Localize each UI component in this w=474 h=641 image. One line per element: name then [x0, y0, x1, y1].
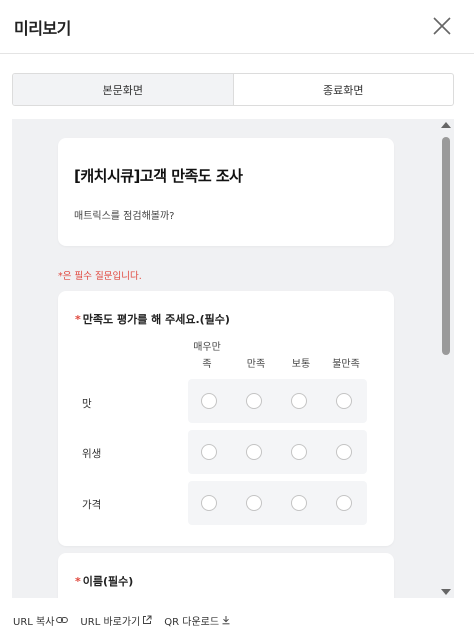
matrix-row-label: 맛 [82, 398, 92, 410]
matrix-radio[interactable] [291, 444, 307, 460]
scroll-up-arrow-icon[interactable] [441, 122, 451, 128]
matrix-row [188, 481, 367, 525]
question-card-name: * 이름(필수) [58, 553, 394, 598]
tab-end-screen[interactable]: 종료화면 [234, 74, 454, 105]
matrix-radio[interactable] [201, 444, 217, 460]
matrix-radio[interactable] [336, 393, 352, 409]
survey-title-card: [캐치시큐]고객 만족도 조사 매트릭스를 점검해볼까? [58, 138, 394, 246]
survey-title: [캐치시큐]고객 만족도 조사 [74, 167, 243, 185]
scroll-down-arrow-icon[interactable] [441, 589, 451, 595]
matrix-radio[interactable] [201, 393, 217, 409]
copy-url-button[interactable]: URL 복사 [13, 613, 69, 628]
close-icon [433, 17, 451, 35]
question-label: * 이름(필수) [75, 573, 133, 589]
open-url-button[interactable]: URL 바로가기 [80, 613, 152, 628]
required-star: * [75, 313, 81, 326]
matrix-radio[interactable] [246, 495, 262, 511]
modal-title: 미리보기 [14, 19, 71, 38]
matrix-row-label: 위생 [82, 448, 102, 460]
matrix-radio[interactable] [291, 495, 307, 511]
matrix-radio[interactable] [246, 393, 262, 409]
matrix-column-header: 만족 [246, 359, 266, 370]
download-icon [222, 616, 230, 625]
matrix-row [188, 379, 367, 423]
required-star: * [75, 575, 81, 588]
matrix-radio[interactable] [336, 495, 352, 511]
required-note: *은 필수 질문입니다. [58, 271, 142, 282]
survey-preview-area[interactable]: [캐치시큐]고객 만족도 조사 매트릭스를 점검해볼까? *은 필수 질문입니다… [12, 119, 454, 598]
open-url-label: URL 바로가기 [80, 616, 141, 628]
copy-url-label: URL 복사 [13, 616, 55, 628]
matrix-column-header: 보통 [291, 359, 311, 370]
footer-actions: URL 복사 URL 바로가기 QR 다운로드 [13, 612, 243, 628]
scrollbar-thumb[interactable] [442, 137, 450, 355]
modal-header: 미리보기 [0, 0, 474, 54]
matrix-column-header: 매우만족 [193, 342, 221, 370]
qr-download-button[interactable]: QR 다운로드 [164, 613, 231, 628]
link-icon [56, 617, 69, 623]
question-card-satisfaction: * 만족도 평가를 해 주세요.(필수) 매우만족 만족 보통 불만족 맛 위생 … [58, 291, 394, 546]
qr-download-label: QR 다운로드 [164, 616, 220, 628]
matrix-row-label: 가격 [82, 499, 102, 511]
question-label: * 만족도 평가를 해 주세요.(필수) [75, 311, 230, 327]
external-link-icon [143, 615, 152, 624]
matrix-radio[interactable] [246, 444, 262, 460]
matrix-radio[interactable] [291, 393, 307, 409]
preview-tabs: 본문화면 종료화면 [12, 73, 454, 106]
question-text: 만족도 평가를 해 주세요.(필수) [82, 313, 230, 326]
close-button[interactable] [429, 13, 455, 39]
matrix-row [188, 430, 367, 474]
matrix-column-header: 불만족 [332, 359, 360, 370]
question-text: 이름(필수) [82, 575, 134, 588]
matrix-radio[interactable] [336, 444, 352, 460]
scrollbar[interactable] [438, 119, 454, 598]
matrix-radio[interactable] [201, 495, 217, 511]
tab-main-screen[interactable]: 본문화면 [13, 74, 234, 105]
survey-description: 매트릭스를 점검해볼까? [74, 211, 175, 222]
